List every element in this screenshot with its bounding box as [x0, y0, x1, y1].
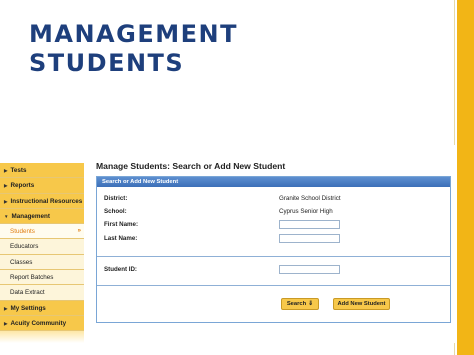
sidebar-item-report-batches[interactable]: Report Batches — [0, 270, 84, 286]
sidebar-item-label: Data Extract — [10, 289, 45, 297]
page-title: Manage Students: Search or Add New Stude… — [96, 161, 286, 171]
sidebar-nav: ▶ Tests ▶ Reports ▶ Instructional Resources… — [0, 163, 84, 343]
student-id-label: Student ID: — [104, 266, 137, 273]
search-button[interactable]: Search ⇓ — [281, 298, 319, 310]
school-value: Cyprus Senior High — [279, 208, 333, 215]
app-screenshot: ▶ Tests ▶ Reports ▶ Instructional Resources… — [0, 145, 455, 343]
last-name-field[interactable] — [279, 234, 340, 243]
decorative-side-bar — [457, 0, 474, 355]
section-divider — [97, 285, 450, 286]
sidebar-item-label: Reports — [10, 182, 35, 190]
sidebar-item-label: Acuity Community — [10, 319, 67, 327]
sidebar-item-data-extract[interactable]: Data Extract — [0, 285, 84, 301]
double-chevron-right-icon: » — [77, 228, 81, 235]
triangle-right-icon: ▶ — [4, 198, 8, 204]
sidebar-item-label: Report Batches — [10, 274, 54, 282]
search-student-panel: Search or Add New Student District: Gran… — [96, 176, 451, 323]
slide-title-line-1: MANAGEMENT — [29, 20, 238, 48]
district-label: District: — [104, 195, 128, 202]
slide-title-line-2: STUDENTS — [29, 49, 185, 77]
sidebar-item-management[interactable]: ▼ Management — [0, 208, 84, 225]
triangle-down-icon: ▼ — [4, 213, 9, 219]
first-name-field[interactable] — [279, 220, 340, 229]
sidebar-item-acuity-community[interactable]: ▶ Acuity Community — [0, 315, 84, 332]
sidebar-item-label: Students — [10, 228, 35, 236]
slide-title: MANAGEMENT STUDENTS — [29, 20, 449, 78]
search-button-label: Search — [286, 301, 307, 307]
panel-header: Search or Add New Student — [97, 177, 450, 187]
sidebar-item-students[interactable]: Students » — [0, 224, 84, 240]
sidebar-item-instructional-resources[interactable]: ▶ Instructional Resources — [0, 193, 84, 209]
district-value: Granite School District — [279, 195, 341, 202]
sidebar-item-label: Tests — [10, 167, 27, 174]
sidebar-item-label: My Settings — [10, 304, 46, 312]
section-divider — [97, 256, 450, 257]
sidebar-item-classes[interactable]: Classes — [0, 254, 84, 271]
triangle-right-icon: ▶ — [4, 305, 8, 311]
first-name-label: First Name: — [104, 221, 139, 228]
search-arrow-icon: ⇓ — [308, 301, 314, 307]
sidebar-item-label: Educators — [10, 243, 39, 251]
add-new-student-button[interactable]: Add New Student — [333, 298, 390, 310]
triangle-right-icon: ▶ — [4, 320, 8, 326]
sidebar-item-label: Instructional Resources — [10, 197, 83, 205]
last-name-label: Last Name: — [104, 235, 138, 242]
sidebar-item-label: Management — [11, 212, 50, 220]
sidebar-footer-fade — [0, 331, 84, 343]
student-id-field[interactable] — [279, 265, 340, 274]
sidebar-item-reports[interactable]: ▶ Reports — [0, 178, 84, 194]
school-label: School: — [104, 208, 127, 215]
sidebar-item-my-settings[interactable]: ▶ My Settings — [0, 300, 84, 316]
sidebar-item-tests[interactable]: ▶ Tests — [0, 163, 84, 179]
sidebar-item-label: Classes — [10, 258, 33, 266]
triangle-right-icon: ▶ — [4, 168, 8, 173]
triangle-right-icon: ▶ — [4, 183, 8, 189]
sidebar-item-educators[interactable]: Educators — [0, 239, 84, 255]
